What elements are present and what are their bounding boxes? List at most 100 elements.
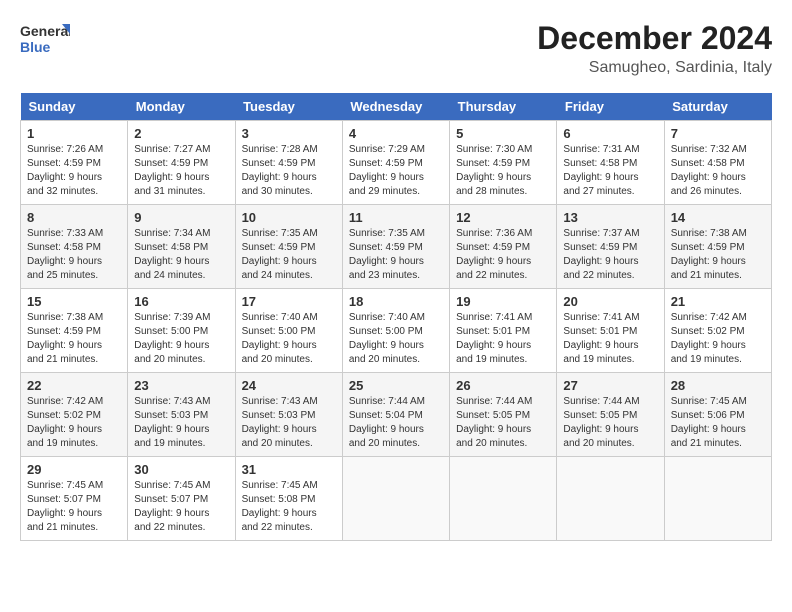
weekday-header: Friday <box>557 93 664 121</box>
day-number: 20 <box>563 294 657 309</box>
day-info: Sunrise: 7:36 AMSunset: 4:59 PMDaylight:… <box>456 227 550 283</box>
calendar-cell: 26 Sunrise: 7:44 AMSunset: 5:05 PMDayligh… <box>450 373 557 457</box>
day-info: Sunrise: 7:44 AMSunset: 5:05 PMDaylight:… <box>563 395 657 451</box>
calendar-cell: 22 Sunrise: 7:42 AMSunset: 5:02 PMDayligh… <box>21 373 128 457</box>
day-number: 11 <box>349 210 443 225</box>
day-info: Sunrise: 7:34 AMSunset: 4:58 PMDaylight:… <box>134 227 228 283</box>
day-number: 25 <box>349 378 443 393</box>
calendar-cell: 5 Sunrise: 7:30 AMSunset: 4:59 PMDaylight… <box>450 121 557 205</box>
calendar-cell: 8 Sunrise: 7:33 AMSunset: 4:58 PMDaylight… <box>21 205 128 289</box>
title-section: December 2024 Samugheo, Sardinia, Italy <box>537 20 772 77</box>
day-number: 29 <box>27 462 121 477</box>
day-info: Sunrise: 7:26 AMSunset: 4:59 PMDaylight:… <box>27 143 121 199</box>
calendar-title: December 2024 <box>537 20 772 57</box>
day-info: Sunrise: 7:45 AMSunset: 5:06 PMDaylight:… <box>671 395 765 451</box>
calendar-cell: 3 Sunrise: 7:28 AMSunset: 4:59 PMDaylight… <box>235 121 342 205</box>
day-info: Sunrise: 7:37 AMSunset: 4:59 PMDaylight:… <box>563 227 657 283</box>
weekday-header: Sunday <box>21 93 128 121</box>
calendar-week-row: 29 Sunrise: 7:45 AMSunset: 5:07 PMDayligh… <box>21 457 772 541</box>
day-info: Sunrise: 7:27 AMSunset: 4:59 PMDaylight:… <box>134 143 228 199</box>
page-header: General Blue December 2024 Samugheo, Sar… <box>20 20 772 77</box>
calendar-cell: 18Sunrise: 7:40 AMSunset: 5:00 PMDayligh… <box>342 289 449 373</box>
day-number: 4 <box>349 126 443 141</box>
calendar-cell: 14Sunrise: 7:38 AMSunset: 4:59 PMDayligh… <box>664 205 771 289</box>
day-number: 27 <box>563 378 657 393</box>
calendar-body: 1 Sunrise: 7:26 AMSunset: 4:59 PMDaylight… <box>21 121 772 541</box>
calendar-week-row: 15 Sunrise: 7:38 AMSunset: 4:59 PMDayligh… <box>21 289 772 373</box>
calendar-cell: 24Sunrise: 7:43 AMSunset: 5:03 PMDayligh… <box>235 373 342 457</box>
day-number: 12 <box>456 210 550 225</box>
calendar-cell: 29 Sunrise: 7:45 AMSunset: 5:07 PMDayligh… <box>21 457 128 541</box>
day-info: Sunrise: 7:43 AMSunset: 5:03 PMDaylight:… <box>242 395 336 451</box>
day-info: Sunrise: 7:38 AMSunset: 4:59 PMDaylight:… <box>671 227 765 283</box>
calendar-cell <box>664 457 771 541</box>
calendar-cell: 12 Sunrise: 7:36 AMSunset: 4:59 PMDayligh… <box>450 205 557 289</box>
day-info: Sunrise: 7:40 AMSunset: 5:00 PMDaylight:… <box>242 311 336 367</box>
calendar-cell: 17 Sunrise: 7:40 AMSunset: 5:00 PMDayligh… <box>235 289 342 373</box>
day-info: Sunrise: 7:29 AMSunset: 4:59 PMDaylight:… <box>349 143 443 199</box>
day-number: 19 <box>456 294 550 309</box>
day-number: 15 <box>27 294 121 309</box>
day-number: 28 <box>671 378 765 393</box>
day-info: Sunrise: 7:45 AMSunset: 5:07 PMDaylight:… <box>27 479 121 535</box>
weekday-header: Saturday <box>664 93 771 121</box>
day-number: 22 <box>27 378 121 393</box>
day-number: 1 <box>27 126 121 141</box>
calendar-cell: 11 Sunrise: 7:35 AMSunset: 4:59 PMDayligh… <box>342 205 449 289</box>
calendar-cell: 23Sunrise: 7:43 AMSunset: 5:03 PMDayligh… <box>128 373 235 457</box>
day-number: 26 <box>456 378 550 393</box>
day-number: 6 <box>563 126 657 141</box>
svg-text:Blue: Blue <box>20 39 51 55</box>
day-number: 30 <box>134 462 228 477</box>
day-number: 16 <box>134 294 228 309</box>
calendar-cell: 21Sunrise: 7:42 AMSunset: 5:02 PMDayligh… <box>664 289 771 373</box>
calendar-cell <box>557 457 664 541</box>
calendar-cell: 25 Sunrise: 7:44 AMSunset: 5:04 PMDayligh… <box>342 373 449 457</box>
calendar-cell: 16Sunrise: 7:39 AMSunset: 5:00 PMDayligh… <box>128 289 235 373</box>
day-number: 13 <box>563 210 657 225</box>
weekday-header: Tuesday <box>235 93 342 121</box>
calendar-cell: 15 Sunrise: 7:38 AMSunset: 4:59 PMDayligh… <box>21 289 128 373</box>
calendar-week-row: 1 Sunrise: 7:26 AMSunset: 4:59 PMDaylight… <box>21 121 772 205</box>
calendar-cell: 4 Sunrise: 7:29 AMSunset: 4:59 PMDaylight… <box>342 121 449 205</box>
day-info: Sunrise: 7:28 AMSunset: 4:59 PMDaylight:… <box>242 143 336 199</box>
day-info: Sunrise: 7:42 AMSunset: 5:02 PMDaylight:… <box>27 395 121 451</box>
day-number: 31 <box>242 462 336 477</box>
calendar-cell: 6 Sunrise: 7:31 AMSunset: 4:58 PMDaylight… <box>557 121 664 205</box>
weekday-row: SundayMondayTuesdayWednesdayThursdayFrid… <box>21 93 772 121</box>
logo: General Blue <box>20 20 70 62</box>
logo-icon: General Blue <box>20 20 70 62</box>
day-number: 8 <box>27 210 121 225</box>
day-number: 5 <box>456 126 550 141</box>
day-info: Sunrise: 7:41 AMSunset: 5:01 PMDaylight:… <box>563 311 657 367</box>
calendar-cell: 7 Sunrise: 7:32 AMSunset: 4:58 PMDaylight… <box>664 121 771 205</box>
calendar-cell: 30 Sunrise: 7:45 AMSunset: 5:07 PMDayligh… <box>128 457 235 541</box>
calendar-cell: 27 Sunrise: 7:44 AMSunset: 5:05 PMDayligh… <box>557 373 664 457</box>
calendar-cell: 19Sunrise: 7:41 AMSunset: 5:01 PMDayligh… <box>450 289 557 373</box>
day-number: 10 <box>242 210 336 225</box>
day-number: 18 <box>349 294 443 309</box>
day-info: Sunrise: 7:33 AMSunset: 4:58 PMDaylight:… <box>27 227 121 283</box>
day-info: Sunrise: 7:31 AMSunset: 4:58 PMDaylight:… <box>563 143 657 199</box>
day-info: Sunrise: 7:44 AMSunset: 5:05 PMDaylight:… <box>456 395 550 451</box>
day-number: 23 <box>134 378 228 393</box>
day-info: Sunrise: 7:38 AMSunset: 4:59 PMDaylight:… <box>27 311 121 367</box>
day-info: Sunrise: 7:42 AMSunset: 5:02 PMDaylight:… <box>671 311 765 367</box>
calendar-cell: 2Sunrise: 7:27 AMSunset: 4:59 PMDaylight… <box>128 121 235 205</box>
day-info: Sunrise: 7:35 AMSunset: 4:59 PMDaylight:… <box>349 227 443 283</box>
day-info: Sunrise: 7:45 AMSunset: 5:07 PMDaylight:… <box>134 479 228 535</box>
day-number: 9 <box>134 210 228 225</box>
day-number: 3 <box>242 126 336 141</box>
day-number: 17 <box>242 294 336 309</box>
day-info: Sunrise: 7:30 AMSunset: 4:59 PMDaylight:… <box>456 143 550 199</box>
day-info: Sunrise: 7:32 AMSunset: 4:58 PMDaylight:… <box>671 143 765 199</box>
calendar-cell: 9 Sunrise: 7:34 AMSunset: 4:58 PMDaylight… <box>128 205 235 289</box>
weekday-header: Thursday <box>450 93 557 121</box>
calendar-subtitle: Samugheo, Sardinia, Italy <box>537 59 772 77</box>
day-number: 7 <box>671 126 765 141</box>
weekday-header: Monday <box>128 93 235 121</box>
calendar-week-row: 8 Sunrise: 7:33 AMSunset: 4:58 PMDaylight… <box>21 205 772 289</box>
day-info: Sunrise: 7:45 AMSunset: 5:08 PMDaylight:… <box>242 479 336 535</box>
day-info: Sunrise: 7:44 AMSunset: 5:04 PMDaylight:… <box>349 395 443 451</box>
calendar-week-row: 22 Sunrise: 7:42 AMSunset: 5:02 PMDayligh… <box>21 373 772 457</box>
